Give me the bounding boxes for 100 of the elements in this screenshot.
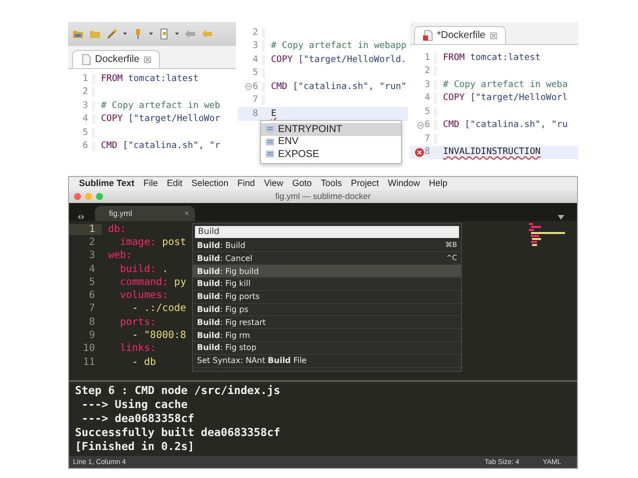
code-keyword: FROM (101, 74, 123, 84)
line-number: 8 (252, 108, 258, 119)
yaml-key: command: (120, 276, 168, 288)
code-text: ["catalina.sh", "ru (464, 120, 568, 130)
output-line: Successfully built dea0683358cf (75, 426, 282, 440)
line-number: 2 (252, 28, 258, 38)
line-number: 7 (88, 303, 96, 314)
file-tab[interactable]: fig.yml × (95, 206, 195, 221)
line-number: 4 (88, 264, 96, 275)
close-button[interactable] (74, 192, 81, 200)
code-keyword: CMD (443, 120, 460, 130)
command-item[interactable]: Build: Fig stop (193, 342, 461, 355)
completion-item[interactable]: EXPOSE (261, 148, 401, 160)
command-item[interactable]: Build: Fig ps (193, 304, 461, 316)
line-number: 10 (82, 343, 96, 354)
editor-tab[interactable]: *Dockerfile ☒ (414, 26, 506, 44)
line-number: 5 (252, 68, 258, 78)
output-line: ---> dea0683358cf (80, 412, 196, 426)
code-text: ["catalina.sh", "run" (292, 82, 406, 92)
line-number: 6 (424, 120, 430, 130)
menu-item[interactable]: Project (350, 178, 379, 188)
menu-item[interactable]: Goto (292, 178, 312, 188)
caret-icon[interactable] (175, 31, 179, 37)
folder-icon[interactable] (72, 28, 84, 40)
code-keyword: COPY (271, 54, 293, 65)
line-number: 4 (252, 54, 258, 65)
caret-icon[interactable] (123, 31, 127, 37)
code-text: ["target/HelloWorld. (298, 54, 406, 65)
list-dash: - (132, 330, 138, 342)
line-number: 1 (82, 74, 88, 84)
line-number: 6 (252, 82, 258, 92)
code-text: tomcat:latest (128, 74, 199, 84)
caret-icon[interactable] (557, 212, 565, 221)
yaml-value: .:/code (144, 303, 186, 314)
code-text: tomcat:latest (470, 52, 541, 63)
completion-item[interactable]: ENTRYPOINT (261, 123, 401, 136)
yaml-value: db (144, 356, 156, 368)
menu-item[interactable]: Edit (166, 178, 182, 188)
line-number: 8 (88, 316, 96, 328)
line-number: 3 (252, 41, 258, 52)
line-number: 7 (252, 95, 258, 106)
close-tab-button[interactable]: ☒ (489, 30, 498, 40)
yaml-key: db: (108, 224, 126, 235)
command-item[interactable]: Build: Fig build (193, 265, 461, 278)
yaml-value: py (174, 276, 186, 288)
line-number: 11 (82, 356, 96, 368)
arrows-icon[interactable] (75, 212, 87, 221)
menu-item[interactable]: File (143, 178, 158, 188)
list-dash: - (132, 303, 138, 314)
menu-item[interactable]: Help (428, 178, 448, 188)
line-number: 1 (69, 224, 102, 235)
menu-item[interactable]: Find (237, 178, 255, 188)
menu-item[interactable]: Tools (320, 178, 342, 188)
line-number: 4 (424, 93, 430, 104)
keyword-icon (265, 125, 275, 134)
menu-item[interactable]: Selection (191, 178, 228, 188)
code-comment: # Copy artefact in webapp (271, 41, 406, 52)
error-icon (414, 148, 424, 157)
close-tab-button[interactable]: × (184, 208, 189, 218)
yaml-value: "8000:8 (144, 330, 186, 342)
keyword-icon (265, 138, 275, 146)
yaml-key: ports: (120, 316, 156, 328)
code-text: ["target/HelloWor (128, 114, 220, 124)
command-item[interactable]: Set Syntax: NAnt Build File (193, 354, 461, 368)
yaml-value: . (162, 264, 168, 275)
output-line: ---> Using cache (80, 398, 189, 412)
line-number: 4 (82, 114, 88, 124)
code-text: ["catalina.sh", "r (122, 141, 220, 152)
yaml-key: volumes: (120, 290, 168, 302)
code-keyword: FROM (443, 52, 465, 63)
collapse-icon[interactable] (244, 83, 252, 90)
command-item[interactable]: Build: Fig rm (193, 329, 461, 342)
close-tab-button[interactable]: ☒ (143, 54, 152, 64)
wand-icon[interactable] (106, 28, 118, 40)
code-keyword: CMD (101, 141, 118, 152)
line-number: 2 (88, 236, 96, 248)
code-comment: # Copy artefact in weba (443, 80, 568, 90)
menu-item[interactable]: View (264, 178, 284, 188)
code-text: INVALIDINSTRUCTION (443, 147, 541, 158)
yaml-key: links: (120, 343, 156, 354)
caret-icon[interactable] (149, 31, 153, 37)
line-number: 6 (82, 141, 88, 152)
yaml-key: image: (120, 236, 156, 248)
search-field[interactable]: Build (195, 226, 459, 238)
collapse-icon[interactable] (416, 122, 424, 129)
menu-item[interactable]: Sublime Text (79, 178, 134, 188)
command-item[interactable]: Build: Fig kill (193, 278, 461, 291)
keyword-icon (265, 150, 275, 158)
command-item[interactable]: Build: Fig restart (193, 316, 461, 330)
line-number: 9 (88, 330, 96, 342)
window-title: fig.yml — sublime-docker (274, 191, 372, 202)
editor-tab[interactable]: Dockerfile ☒ (72, 50, 160, 68)
arrow-left-icon[interactable] (184, 28, 196, 40)
menu-item[interactable]: Window (388, 178, 420, 188)
document-icon[interactable] (158, 28, 170, 40)
line-number: 3 (88, 250, 96, 262)
line-number: 5 (82, 128, 88, 138)
completion-item[interactable]: ENV (261, 136, 401, 148)
line-number: 5 (88, 276, 96, 288)
command-item[interactable]: Build: Fig ports (193, 290, 461, 304)
